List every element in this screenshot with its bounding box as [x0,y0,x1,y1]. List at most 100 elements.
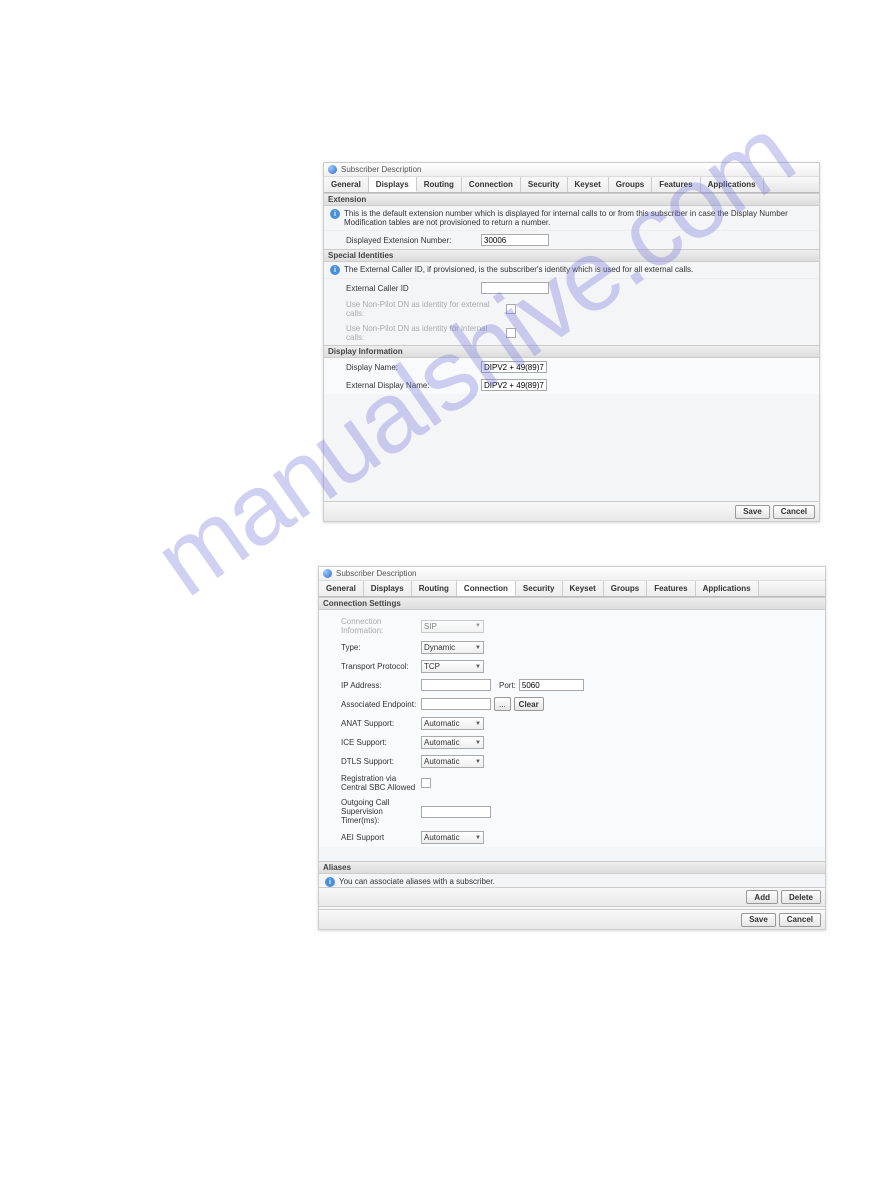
conn-info-row: Connection Information: SIP [319,614,825,638]
subscriber-panel-displays: Subscriber Description General Displays … [323,162,820,522]
panel2-footer: Save Cancel [319,909,825,929]
panel1-footer: Save Cancel [324,501,819,521]
nonpilot-ext-checkbox[interactable] [506,304,516,314]
display-name-row: Display Name: [324,358,819,376]
tab-features[interactable]: Features [652,177,700,192]
nonpilot-int-label: Use Non-Pilot DN as identity for interna… [346,324,506,342]
assoc-ep-input[interactable] [421,698,491,710]
ocs-input[interactable] [421,806,491,818]
tabs-row: General Displays Routing Connection Secu… [324,177,819,193]
cancel-button[interactable]: Cancel [773,505,815,519]
transport-select[interactable]: TCP [421,660,484,673]
ip-row: IP Address: Port: [319,676,825,694]
add-button[interactable]: Add [746,890,778,904]
tab-features[interactable]: Features [647,581,695,596]
aliases-info-text: You can associate aliases with a subscri… [339,877,495,886]
nonpilot-ext-label: Use Non-Pilot DN as identity for externa… [346,300,506,318]
tab-connection[interactable]: Connection [462,177,521,192]
special-identities-header: Special Identities [324,249,819,262]
ext-display-name-row: External Display Name: [324,376,819,394]
port-label: Port: [499,681,516,690]
transport-row: Transport Protocol: TCP [319,657,825,676]
save-button[interactable]: Save [735,505,770,519]
info-icon: i [325,877,335,887]
display-name-input[interactable] [481,361,547,373]
tab-displays[interactable]: Displays [364,581,412,596]
nonpilot-ext-row: Use Non-Pilot DN as identity for externa… [324,297,819,321]
info-icon: i [330,209,340,219]
extension-info-text: This is the default extension number whi… [344,209,813,227]
reg-sbc-label: Registration via Central SBC Allowed [341,774,421,792]
tab-general[interactable]: General [324,177,369,192]
aei-select[interactable]: Automatic [421,831,484,844]
tab-applications[interactable]: Applications [696,581,759,596]
ip-label: IP Address: [341,681,421,690]
assoc-ep-label: Associated Endpoint: [341,700,421,709]
aliases-header: Aliases [319,861,825,874]
anat-select[interactable]: Automatic [421,717,484,730]
save-button[interactable]: Save [741,913,776,927]
tab-keyset[interactable]: Keyset [563,581,604,596]
ip-input[interactable] [421,679,491,691]
cancel-button[interactable]: Cancel [779,913,821,927]
special-info-row: i The External Caller ID, if provisioned… [324,262,819,279]
conn-info-label: Connection Information: [341,617,421,635]
tab-routing[interactable]: Routing [412,581,457,596]
anat-label: ANAT Support: [341,719,421,728]
external-caller-input[interactable] [481,282,549,294]
panel-title: Subscriber Description [336,569,416,578]
tabs-row: General Displays Routing Connection Secu… [319,581,825,597]
extension-header: Extension [324,193,819,206]
reg-sbc-checkbox[interactable] [421,778,431,788]
tab-keyset[interactable]: Keyset [568,177,609,192]
ext-display-name-input[interactable] [481,379,547,391]
tab-routing[interactable]: Routing [417,177,462,192]
assoc-ep-row: Associated Endpoint: ... Clear [319,694,825,714]
aei-row: AEI Support Automatic [319,828,825,847]
tab-general[interactable]: General [319,581,364,596]
browse-button[interactable]: ... [494,697,511,711]
subscriber-panel-connection: Subscriber Description General Displays … [318,566,826,930]
panel-title: Subscriber Description [341,165,421,174]
ice-row: ICE Support: Automatic [319,733,825,752]
extension-info-row: i This is the default extension number w… [324,206,819,231]
delete-button[interactable]: Delete [781,890,821,904]
dtls-select[interactable]: Automatic [421,755,484,768]
app-icon [323,569,332,578]
titlebar: Subscriber Description [324,163,819,177]
special-info-text: The External Caller ID, if provisioned, … [344,265,693,274]
transport-label: Transport Protocol: [341,662,421,671]
displayed-ext-label: Displayed Extension Number: [346,236,481,245]
type-select[interactable]: Dynamic [421,641,484,654]
dtls-row: DTLS Support: Automatic [319,752,825,771]
anat-row: ANAT Support: Automatic [319,714,825,733]
app-icon [328,165,337,174]
displayed-ext-input[interactable] [481,234,549,246]
tab-security[interactable]: Security [521,177,568,192]
aei-label: AEI Support [341,833,421,842]
clear-button[interactable]: Clear [514,697,544,711]
tab-connection[interactable]: Connection [457,581,516,596]
port-input[interactable] [519,679,584,691]
ocs-row: Outgoing Call Supervision Timer(ms): [319,795,825,828]
type-row: Type: Dynamic [319,638,825,657]
external-caller-label: External Caller ID [346,284,481,293]
reg-sbc-row: Registration via Central SBC Allowed [319,771,825,795]
ice-select[interactable]: Automatic [421,736,484,749]
displayed-ext-row: Displayed Extension Number: [324,231,819,249]
type-label: Type: [341,643,421,652]
info-icon: i [330,265,340,275]
external-caller-row: External Caller ID [324,279,819,297]
tab-security[interactable]: Security [516,581,563,596]
tab-groups[interactable]: Groups [609,177,652,192]
tab-groups[interactable]: Groups [604,581,647,596]
tab-displays[interactable]: Displays [369,177,417,192]
aliases-toolbar: Add Delete [319,887,825,907]
display-info-header: Display Information [324,345,819,358]
titlebar: Subscriber Description [319,567,825,581]
dtls-label: DTLS Support: [341,757,421,766]
ext-display-name-label: External Display Name: [346,381,481,390]
nonpilot-int-checkbox[interactable] [506,328,516,338]
tab-applications[interactable]: Applications [701,177,764,192]
nonpilot-int-row: Use Non-Pilot DN as identity for interna… [324,321,819,345]
